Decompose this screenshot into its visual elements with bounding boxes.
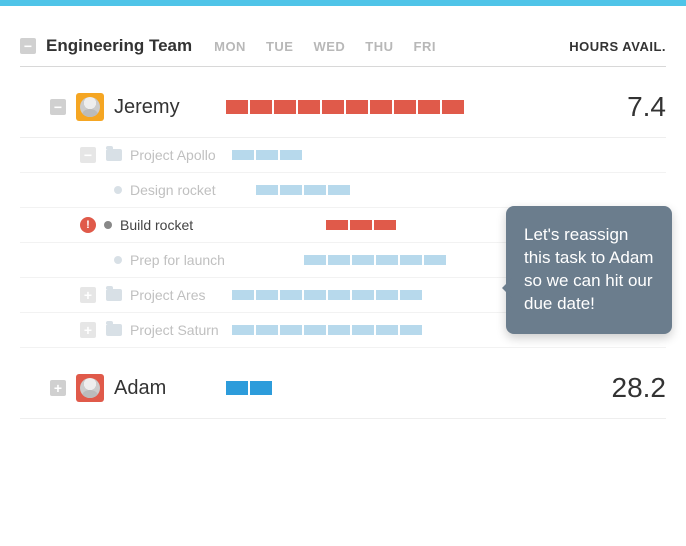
task-dot-icon xyxy=(114,186,122,194)
page-container: − Engineering Team MON TUE WED THU FRI H… xyxy=(0,6,686,419)
collapse-project-toggle[interactable]: − xyxy=(80,147,96,163)
avatar-image xyxy=(80,97,100,117)
hours-available-value: 7.4 xyxy=(586,91,666,123)
collapse-member-toggle[interactable]: − xyxy=(50,99,66,115)
task-dot-icon xyxy=(114,256,122,264)
header-row: − Engineering Team MON TUE WED THU FRI H… xyxy=(20,6,666,67)
day-header: MON xyxy=(214,39,246,54)
member-name-col: Jeremy xyxy=(76,93,226,121)
folder-icon xyxy=(106,289,122,301)
member-name: Jeremy xyxy=(114,96,180,119)
day-header: FRI xyxy=(414,39,436,54)
task-label: Design rocket xyxy=(130,182,216,198)
task-name-col: Project Apollo xyxy=(106,147,232,163)
task-row[interactable]: Design rocket xyxy=(20,173,666,208)
task-label: Build rocket xyxy=(120,217,193,233)
hours-available-header: HOURS AVAIL. xyxy=(569,39,666,54)
member-row-adam[interactable]: + Adam 28.2 xyxy=(20,348,666,419)
day-header: THU xyxy=(365,39,393,54)
task-dot-icon xyxy=(104,221,112,229)
avatar-image xyxy=(80,378,100,398)
project-label: Project Saturn xyxy=(130,322,219,338)
folder-icon xyxy=(106,324,122,336)
tooltip-text: Let's reassign this task to Adam so we c… xyxy=(524,225,653,313)
project-row[interactable]: − Project Apollo xyxy=(20,138,666,173)
workload-bar xyxy=(226,379,586,397)
avatar[interactable] xyxy=(76,93,104,121)
project-label: Project Apollo xyxy=(130,147,216,163)
task-name-col: Build rocket xyxy=(104,217,230,233)
member-row-jeremy[interactable]: − Jeremy 7.4 xyxy=(20,67,666,138)
task-name-col: Prep for launch xyxy=(114,252,232,268)
project-label: Project Ares xyxy=(130,287,205,303)
folder-icon xyxy=(106,149,122,161)
task-name-col: Design rocket xyxy=(114,182,232,198)
expand-member-toggle[interactable]: + xyxy=(50,380,66,396)
reassign-tooltip: Let's reassign this task to Adam so we c… xyxy=(506,206,672,334)
member-name: Adam xyxy=(114,377,166,400)
hours-available-value: 28.2 xyxy=(586,372,666,404)
day-headers: MON TUE WED THU FRI xyxy=(214,39,436,54)
workload-bar xyxy=(226,98,586,116)
day-header: TUE xyxy=(266,39,294,54)
alert-icon: ! xyxy=(80,217,96,233)
task-name-col: Project Ares xyxy=(106,287,232,303)
member-name-col: Adam xyxy=(76,374,226,402)
avatar[interactable] xyxy=(76,374,104,402)
task-label: Prep for launch xyxy=(130,252,225,268)
day-header: WED xyxy=(313,39,345,54)
collapse-project-toggle[interactable]: + xyxy=(80,287,96,303)
team-title: Engineering Team xyxy=(46,36,192,56)
collapse-project-toggle[interactable]: + xyxy=(80,322,96,338)
task-name-col: Project Saturn xyxy=(106,322,232,338)
task-bar xyxy=(232,150,666,160)
task-bar xyxy=(232,185,666,195)
collapse-team-toggle[interactable]: − xyxy=(20,38,36,54)
